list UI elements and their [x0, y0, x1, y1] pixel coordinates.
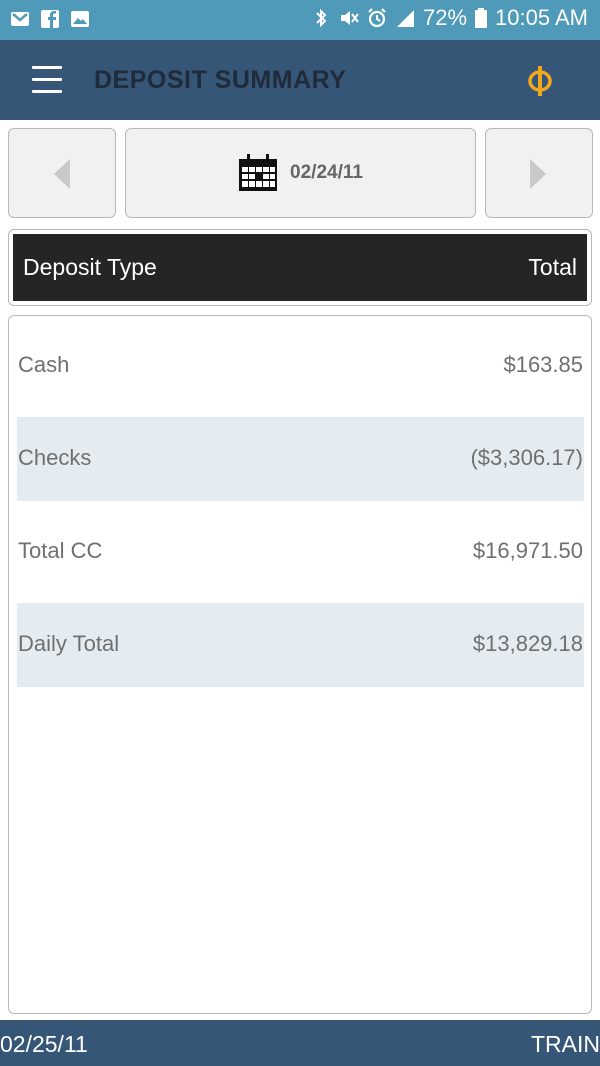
app-bar: DEPOSIT SUMMARY — [0, 40, 600, 120]
facebook-icon — [41, 10, 59, 28]
mute-icon — [341, 11, 359, 25]
row-label: Cash — [18, 352, 70, 377]
page-title: DEPOSIT SUMMARY — [94, 66, 347, 94]
column-header-deposit-type: Deposit Type — [23, 254, 157, 280]
previous-date-button[interactable] — [8, 128, 116, 218]
battery-percent: 72% — [423, 5, 468, 30]
hamburger-menu-icon[interactable] — [32, 66, 62, 94]
alarm-icon — [368, 8, 386, 28]
status-bar: 72% 10:05 AM — [0, 0, 600, 40]
gmail-icon — [11, 12, 29, 26]
gallery-icon — [71, 11, 89, 27]
notification-icons — [10, 9, 90, 29]
date-picker-button[interactable]: 02/24/11 — [125, 128, 476, 218]
row-value: $13,829.18 — [472, 631, 583, 656]
deposit-table: Cash $163.85 Checks ($3,306.17) Total CC… — [8, 315, 592, 1014]
signal-icon — [397, 10, 414, 27]
calendar-icon — [239, 154, 278, 191]
chevron-left-icon — [54, 159, 70, 189]
column-header-total: Total — [528, 254, 577, 280]
next-date-button[interactable] — [485, 128, 593, 218]
clock: 10:05 AM — [495, 5, 588, 30]
row-value: $16,971.50 — [472, 538, 583, 563]
chevron-right-icon — [530, 159, 546, 189]
row-label: Total CC — [18, 538, 103, 563]
phi-logo-icon — [528, 66, 552, 96]
row-value: ($3,306.17) — [470, 445, 583, 470]
row-label: Checks — [18, 445, 92, 470]
table-header: Deposit Type Total — [13, 234, 587, 301]
table-row[interactable]: Daily Total $13,829.18 — [17, 603, 584, 687]
footer-date: 02/25/11 — [0, 1031, 88, 1057]
row-value: $163.85 — [503, 352, 583, 377]
bluetooth-icon — [316, 8, 327, 28]
table-row[interactable]: Cash $163.85 — [17, 324, 584, 408]
battery-icon — [475, 8, 488, 28]
footer-mode: TRAIN — [531, 1031, 600, 1057]
system-icons: 72% 10:05 AM — [311, 5, 588, 31]
table-row[interactable]: Total CC $16,971.50 — [17, 510, 584, 594]
row-label: Daily Total — [18, 631, 120, 656]
table-row[interactable]: Checks ($3,306.17) — [17, 417, 584, 501]
footer-bar: 02/25/11 TRAIN — [0, 1020, 600, 1066]
table-header-container: Deposit Type Total — [8, 229, 592, 306]
selected-date: 02/24/11 — [290, 162, 363, 183]
